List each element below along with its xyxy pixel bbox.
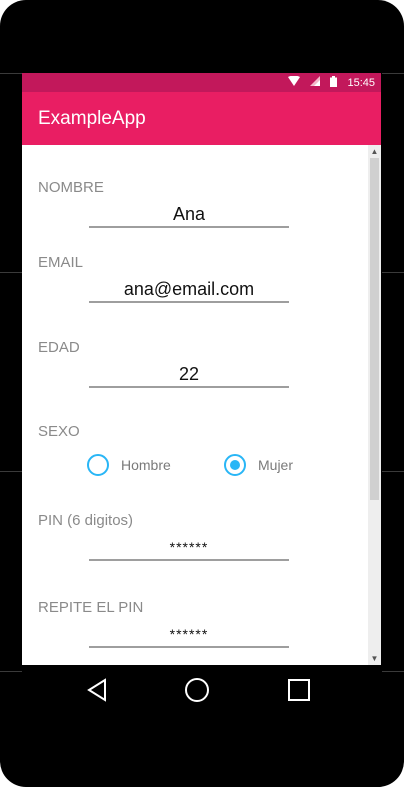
recent-apps-icon[interactable] bbox=[286, 677, 312, 703]
sexo-label: SEXO bbox=[38, 423, 80, 440]
back-icon[interactable] bbox=[84, 677, 110, 703]
radio-label: Mujer bbox=[258, 457, 294, 473]
edad-field[interactable]: 22 bbox=[89, 362, 289, 388]
navigation-bar bbox=[22, 665, 381, 717]
bezel-divider bbox=[382, 272, 404, 273]
pin-label: PIN (6 digitos) bbox=[38, 512, 134, 529]
email-label: EMAIL bbox=[38, 254, 84, 271]
battery-icon bbox=[330, 75, 338, 90]
bezel-divider bbox=[382, 73, 404, 74]
wifi-icon bbox=[288, 75, 301, 89]
bezel-divider bbox=[382, 671, 404, 672]
app-screen: 15:45 ExampleApp NOMBRE Ana EMAIL ana@em… bbox=[22, 73, 381, 665]
scroll-down-arrow-icon[interactable]: ▼ bbox=[368, 652, 381, 665]
radio-option-mujer[interactable]: Mujer bbox=[224, 454, 293, 476]
app-bar: ExampleApp bbox=[22, 92, 381, 145]
signal-icon bbox=[310, 76, 321, 89]
status-icons: 15:45 bbox=[288, 73, 375, 92]
repite-pin-field[interactable]: ****** bbox=[89, 622, 289, 648]
form-content: NOMBRE Ana EMAIL ana@email.com EDAD 22 S… bbox=[22, 145, 368, 665]
radio-option-hombre[interactable]: Hombre bbox=[87, 454, 171, 476]
scroll-up-arrow-icon[interactable]: ▲ bbox=[368, 145, 381, 158]
bezel-divider bbox=[0, 272, 22, 273]
radio-button[interactable] bbox=[224, 454, 246, 476]
app-title: ExampleApp bbox=[38, 108, 146, 129]
pin-field[interactable]: ****** bbox=[89, 535, 289, 561]
scroll-thumb[interactable] bbox=[370, 158, 379, 500]
phone-device-frame: 15:45 ExampleApp NOMBRE Ana EMAIL ana@em… bbox=[0, 0, 404, 787]
home-icon[interactable] bbox=[184, 677, 210, 703]
email-field[interactable]: ana@email.com bbox=[89, 277, 289, 303]
status-time: 15:45 bbox=[347, 76, 375, 89]
edad-label: EDAD bbox=[38, 339, 80, 356]
bezel-divider bbox=[0, 671, 22, 672]
radio-button[interactable] bbox=[87, 454, 109, 476]
bezel-divider bbox=[382, 471, 404, 472]
nombre-field[interactable]: Ana bbox=[89, 202, 289, 228]
nombre-label: NOMBRE bbox=[38, 179, 104, 196]
repite-pin-label: REPITE EL PIN bbox=[38, 599, 144, 616]
bezel-divider bbox=[0, 73, 22, 74]
radio-label: Hombre bbox=[121, 457, 171, 473]
vertical-scrollbar[interactable]: ▲ ▼ bbox=[368, 145, 381, 665]
status-bar: 15:45 bbox=[22, 73, 381, 92]
bezel-divider bbox=[0, 471, 22, 472]
